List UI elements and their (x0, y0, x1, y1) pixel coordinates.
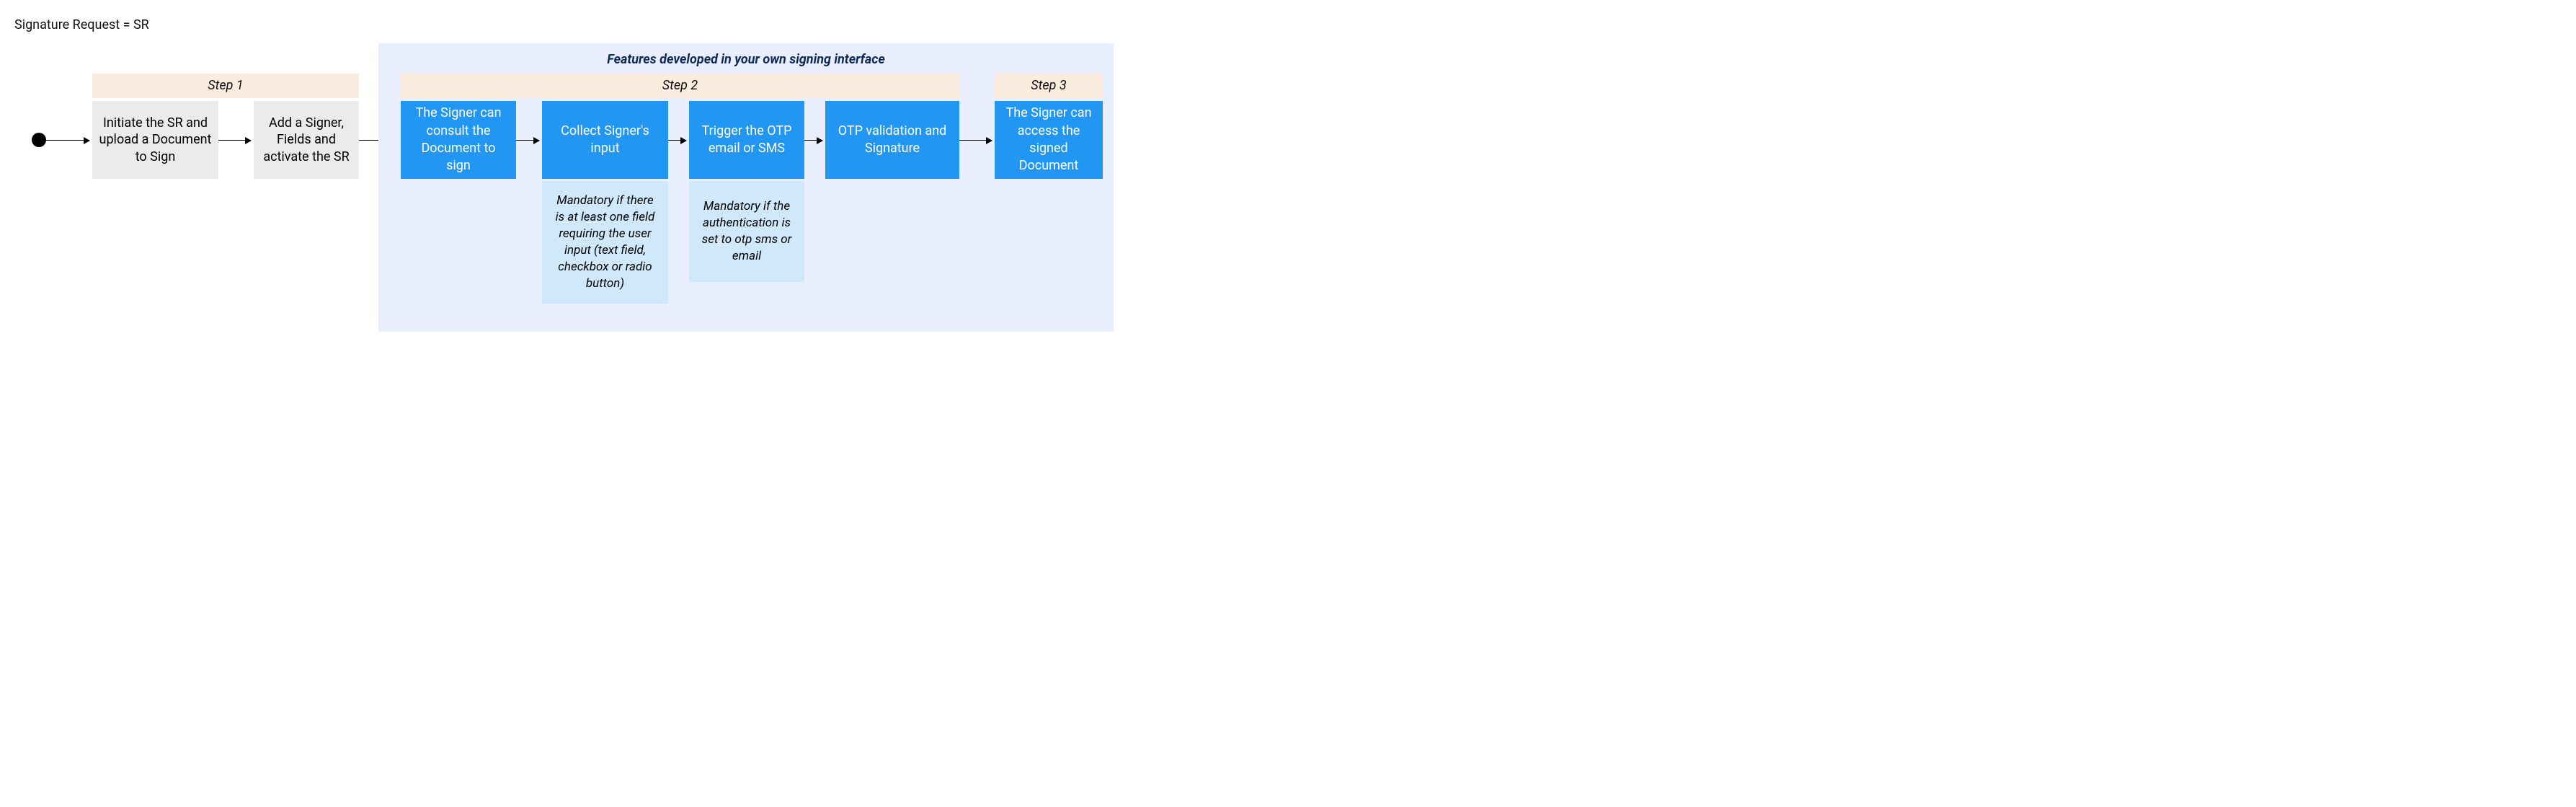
box-step2d: OTP validation and Signature (825, 101, 959, 179)
note-step2b: Mandatory if there is at least one field… (542, 181, 668, 304)
arrow-step2c-step2d (804, 140, 822, 141)
box-step2c: Trigger the OTP email or SMS (689, 101, 804, 179)
box-step1b: Add a Signer, Fields and activate the SR (254, 101, 359, 179)
arrow-step2b-step2c (668, 140, 686, 141)
legend-text: Signature Request = SR (14, 17, 149, 32)
arrow-start-step1a (46, 140, 89, 141)
arrow-step2-step3 (959, 140, 992, 141)
start-dot (32, 133, 46, 147)
feature-title: Features developed in your own signing i… (378, 52, 1114, 67)
box-step2b: Collect Signer's input (542, 101, 668, 179)
arrow-step2a-step2b (516, 140, 539, 141)
box-step1a: Initiate the SR and upload a Document to… (92, 101, 218, 179)
note-step2c: Mandatory if the authentication is set t… (689, 181, 804, 282)
arrow-step1a-step1b (218, 140, 251, 141)
step-header-3: Step 3 (995, 74, 1103, 98)
diagram-canvas: Signature Request = SR Step 1 Initiate t… (0, 0, 1132, 353)
box-step2a: The Signer can consult the Document to s… (401, 101, 516, 179)
step-header-1: Step 1 (92, 74, 359, 98)
step-header-2: Step 2 (401, 74, 959, 98)
box-step3a: The Signer can access the signed Documen… (995, 101, 1103, 179)
